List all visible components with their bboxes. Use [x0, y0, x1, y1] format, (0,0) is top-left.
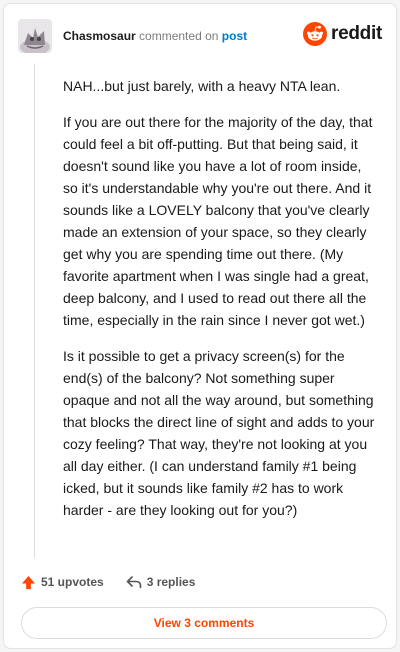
comment-header: Chasmosaur commented on post reddit — [18, 19, 382, 55]
view-comments-button[interactable]: View 3 comments — [21, 607, 387, 639]
comment-paragraph: NAH...but just barely, with a heavy NTA … — [63, 78, 341, 94]
comment-paragraph: If you are out there for the majority of… — [63, 114, 373, 328]
post-link[interactable]: post — [222, 29, 247, 43]
comment-card: Chasmosaur commented on post reddit NAH.… — [3, 3, 397, 649]
thread-line — [34, 64, 35, 558]
comment-verb: commented on — [139, 29, 219, 43]
reddit-logo[interactable]: reddit — [303, 21, 382, 47]
avatar[interactable] — [18, 19, 52, 53]
upvote-arrow-icon — [21, 575, 36, 589]
username-link[interactable]: Chasmosaur — [63, 29, 136, 43]
comment-paragraph: Is it possible to get a privacy screen(s… — [63, 348, 375, 518]
avatar-image — [18, 19, 52, 53]
upvote-count: 51 upvotes — [41, 575, 104, 589]
comment-actions: 51 upvotes 3 replies — [21, 572, 217, 592]
upvote-button[interactable]: 51 upvotes — [21, 575, 104, 590]
comment-body: NAH...but just barely, with a heavy NTA … — [63, 75, 380, 535]
reply-arrow-icon — [126, 576, 142, 589]
reddit-snoo-icon — [303, 22, 328, 46]
reddit-wordmark: reddit — [331, 23, 382, 44]
comment-meta: Chasmosaur commented on post — [63, 29, 247, 43]
reply-count: 3 replies — [146, 575, 196, 589]
replies-button[interactable]: 3 replies — [126, 575, 196, 589]
